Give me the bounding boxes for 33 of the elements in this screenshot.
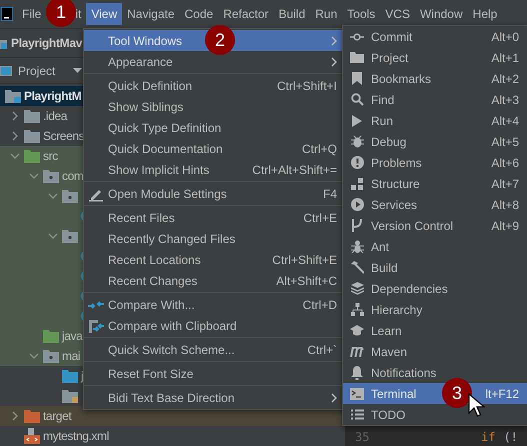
shortcut-label: Alt+3: [491, 92, 519, 106]
tree-item-label: mai: [62, 349, 80, 363]
shortcut-label: Alt+7: [491, 176, 519, 190]
shortcut-label: F4: [322, 186, 337, 200]
tree-item-label: src: [43, 149, 58, 163]
shortcut-label: lt+F12: [485, 386, 519, 400]
tree-item-label: com: [62, 169, 84, 183]
shortcut-label: Ctrl+Shift+I: [276, 78, 337, 92]
shortcut-label: Ctrl+E: [303, 210, 337, 224]
code-text: (!: [503, 430, 518, 444]
shortcut-label: Ctrl+Shift+E: [272, 252, 337, 266]
shortcut-label: Alt+5: [491, 134, 519, 148]
shortcut-label: Ctrl+D: [302, 298, 337, 312]
tree-item-label: PlayrightM: [24, 89, 82, 103]
tree-item-label: j: [81, 369, 84, 383]
code-keyword: if: [481, 430, 496, 444]
shortcut-label: Ctrl+`: [307, 342, 337, 356]
shortcut-label: Alt+9: [491, 218, 519, 232]
shortcut-label: Alt+0: [491, 30, 519, 44]
tree-item-label: Screens: [43, 129, 84, 143]
line-number: 35: [354, 430, 370, 444]
shortcut-label: Ctrl+Q: [302, 142, 337, 156]
tree-item-label: .idea: [43, 109, 68, 123]
tree-item-label: target: [43, 409, 72, 423]
shortcut-label: Alt+Shift+C: [276, 274, 337, 288]
shortcut-label: Alt+2: [491, 72, 519, 86]
shortcut-label: Alt+8: [491, 198, 519, 212]
shortcut-label: Ctrl+Alt+Shift+=: [252, 162, 337, 176]
shortcut-label: Alt+1: [491, 50, 519, 64]
shortcut-label: Alt+4: [491, 114, 519, 128]
tree-item-label: mytestng.xml: [43, 429, 109, 443]
tree-item-label: java: [62, 329, 82, 343]
shortcut-label: Alt+6: [491, 156, 519, 170]
